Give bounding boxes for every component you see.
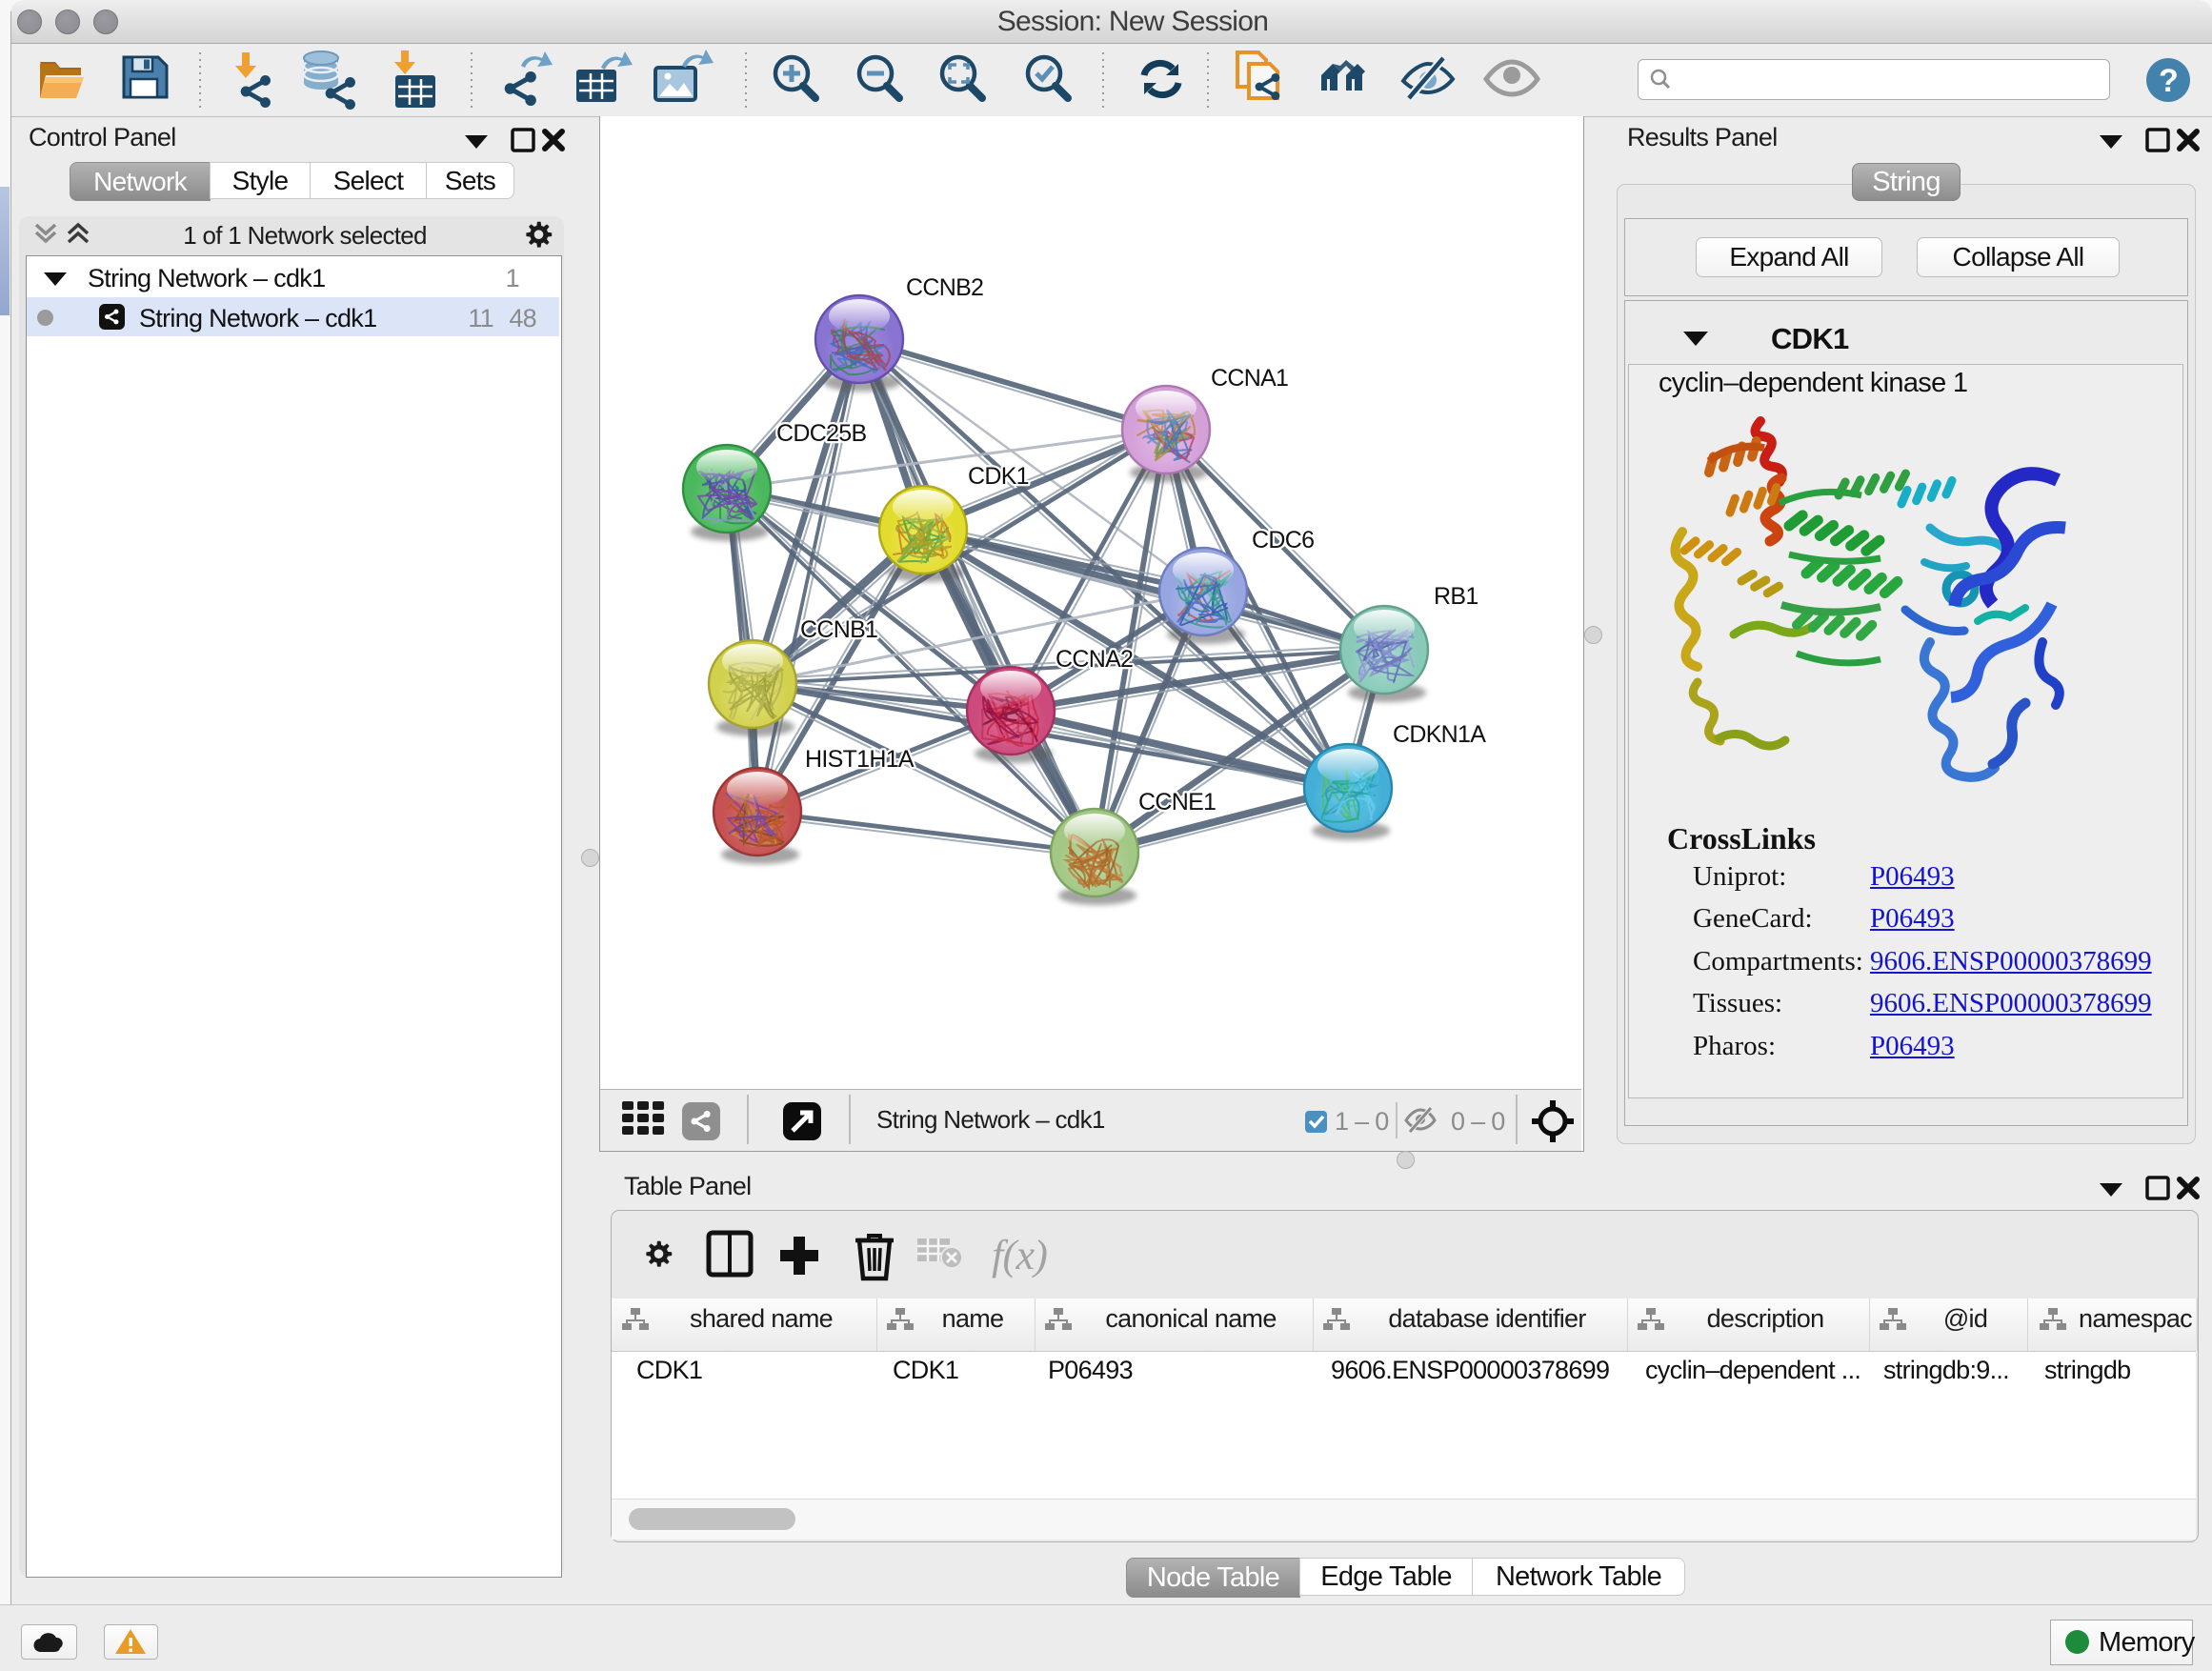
svg-text:1 – 0: 1 – 0 [1335,1107,1389,1136]
svg-text:RB1: RB1 [1434,583,1478,610]
svg-text:CCNB1: CCNB1 [800,616,877,643]
svg-text:HIST1H1A: HIST1H1A [805,746,915,773]
svg-text:?: ? [2159,63,2178,99]
svg-text:CDKN1A: CDKN1A [1393,721,1486,748]
svg-text:CDC25B: CDC25B [776,420,866,447]
svg-text:CCNB2: CCNB2 [906,274,983,301]
svg-text:String Network – cdk1: String Network – cdk1 [876,1105,1105,1134]
svg-text:CCNA1: CCNA1 [1211,365,1288,392]
svg-text:0 – 0: 0 – 0 [1451,1107,1505,1136]
svg-text:CDK1: CDK1 [968,463,1029,490]
svg-text:CDC6: CDC6 [1252,527,1314,554]
svg-text:CCNE1: CCNE1 [1138,789,1216,815]
svg-text:CCNA2: CCNA2 [1056,646,1133,673]
svg-text:f(x): f(x) [992,1232,1047,1278]
